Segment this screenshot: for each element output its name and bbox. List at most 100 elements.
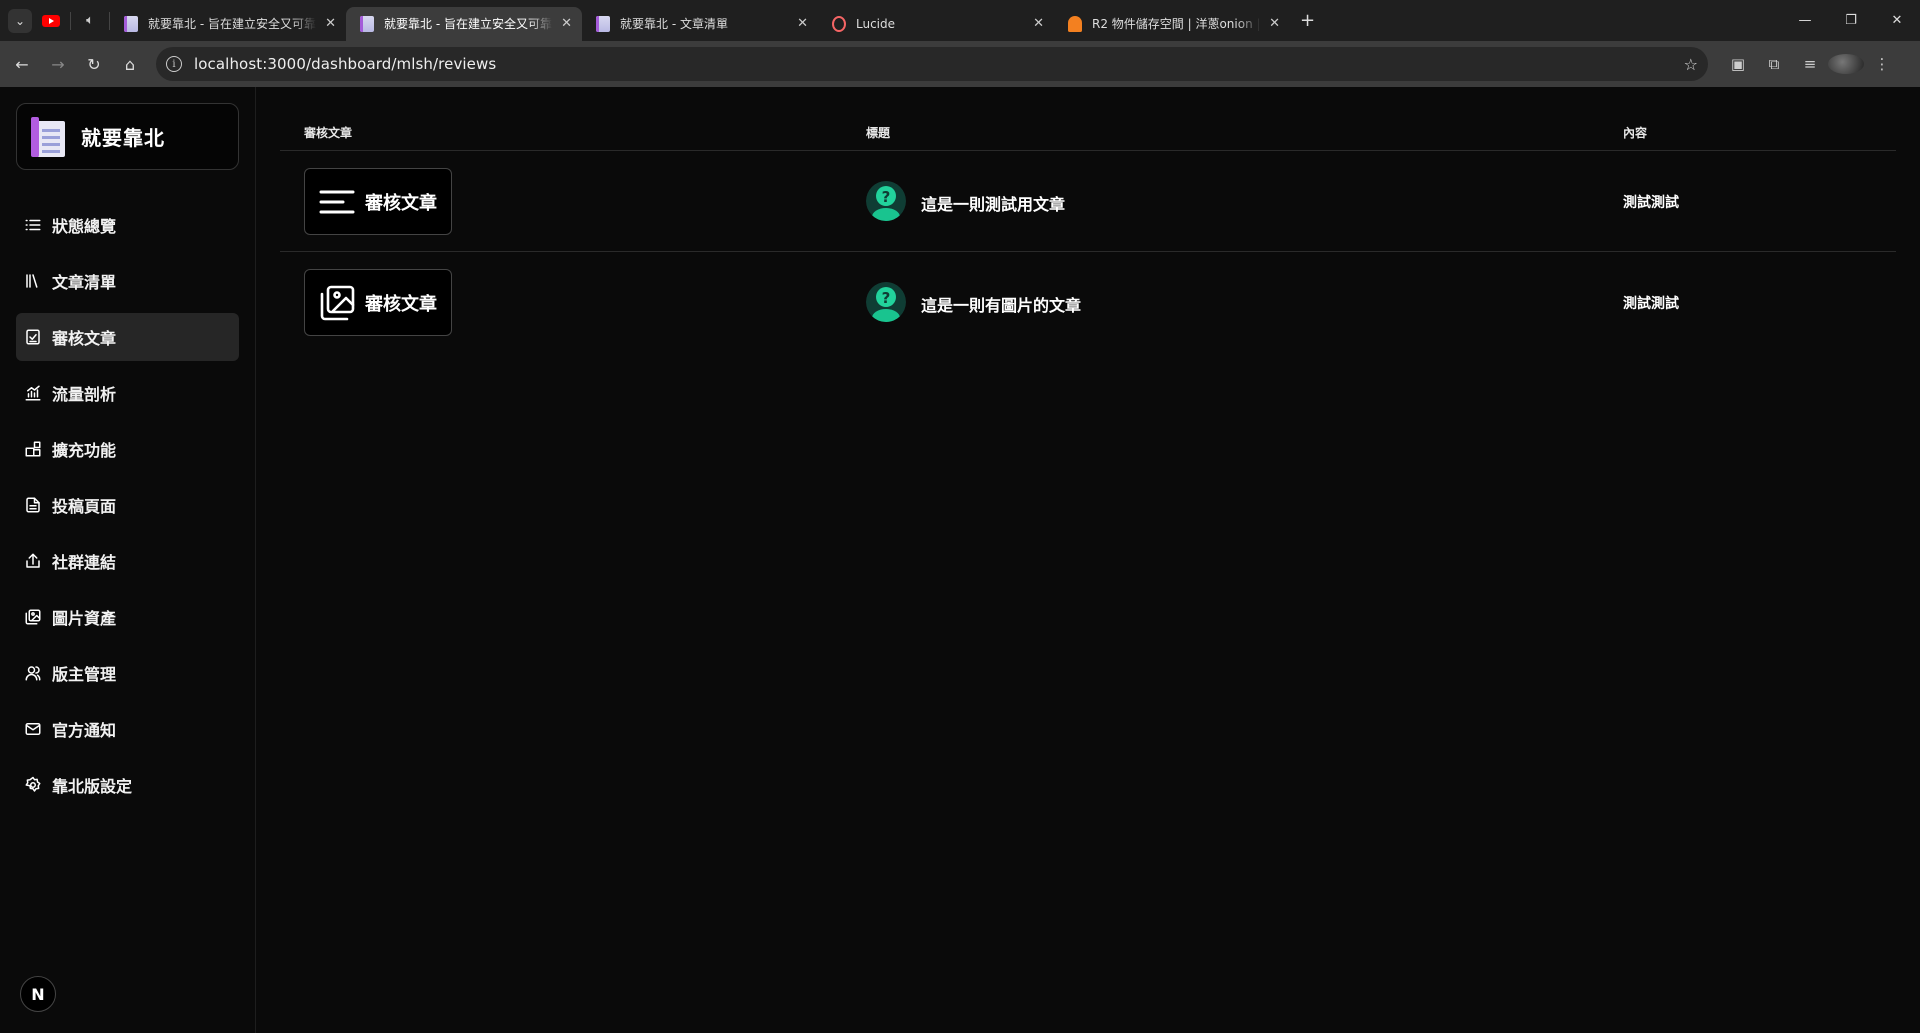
post-title: 這是一則有圖片的文章 — [921, 296, 1082, 315]
notebook-logo-icon — [31, 116, 65, 157]
mail-icon — [25, 723, 41, 735]
sidebar-item-label: 流量剖析 — [52, 385, 117, 404]
table-row: 審核文章 ? 這是一則測試用文章 測試測試 — [280, 151, 1896, 252]
sidebar-item-analytics[interactable]: 流量剖析 — [16, 369, 239, 417]
browser-tab-strip: ⌄ 🔈︎ 就要靠北 - 旨在建立安全又可靠的 ✕ 就要靠北 - 旨在建立安全又可… — [0, 0, 1920, 41]
svg-text:?: ? — [882, 289, 891, 307]
author-avatar: ? — [866, 181, 906, 221]
tab-search-button[interactable]: ⌄ — [8, 8, 32, 33]
url-text[interactable]: localhost:3000/dashboard/mlsh/reviews — [194, 55, 1684, 73]
sidebar-item-moderators[interactable]: 版主管理 — [16, 649, 239, 697]
browser-tab[interactable]: R2 物件儲存空間 | 洋蔥onion | ✕ — [1054, 7, 1290, 41]
brand-card[interactable]: 就要靠北 — [16, 103, 239, 170]
text-lines-icon — [319, 190, 355, 213]
sidebar-item-label: 社群連結 — [52, 553, 117, 572]
doc-icon — [124, 15, 138, 32]
reviews-table: 審核文章 標題 內容 審核文章 ? 這是一則測試用文章 測試測試 審核文章 ? … — [280, 87, 1896, 353]
question-user-icon: ? — [866, 181, 906, 221]
nextjs-dev-badge[interactable]: N — [20, 976, 56, 1012]
extensions-area: ▣ ⧉ ≡ ⋮ — [1720, 54, 1900, 74]
close-icon[interactable]: ✕ — [797, 16, 808, 31]
settings-icon — [25, 776, 41, 792]
media-queue-icon[interactable]: ≡ — [1792, 55, 1828, 73]
restore-icon[interactable]: ❐ — [1828, 0, 1874, 41]
close-icon[interactable]: ✕ — [561, 16, 572, 31]
minimize-icon[interactable]: — — [1782, 0, 1828, 41]
browser-tab[interactable]: 就要靠北 - 旨在建立安全又可靠的 ✕ — [110, 7, 346, 41]
sidebar-item-overview[interactable]: 狀態總覽 — [16, 201, 239, 249]
review-post-button[interactable]: 審核文章 — [304, 168, 452, 235]
sidebar-item-social[interactable]: 社群連結 — [16, 537, 239, 585]
svg-text:?: ? — [882, 188, 891, 206]
browser-tab[interactable]: 就要靠北 - 文章清單 ✕ — [582, 7, 818, 41]
sidebar-item-extensions[interactable]: 擴充功能 — [16, 425, 239, 473]
library-icon — [26, 274, 38, 288]
forward-icon[interactable]: → — [40, 46, 76, 82]
column-header-title: 標題 — [866, 126, 891, 140]
home-icon[interactable]: ⌂ — [112, 46, 148, 82]
pinned-tab-audio[interactable]: 🔈︎ — [71, 6, 109, 36]
kebab-menu-icon[interactable]: ⋮ — [1864, 55, 1900, 73]
back-icon[interactable]: ← — [4, 46, 40, 82]
browser-toolbar: ← → ↻ ⌂ i localhost:3000/dashboard/mlsh/… — [0, 41, 1920, 87]
extension-icon[interactable]: ▣ — [1720, 55, 1756, 73]
sidebar-item-label: 狀態總覽 — [52, 217, 117, 236]
close-icon[interactable]: ✕ — [1033, 16, 1044, 31]
tab-title: Lucide — [856, 16, 896, 31]
sidebar-item-label: 靠北版設定 — [52, 777, 133, 796]
blocks-icon — [25, 441, 41, 457]
post-title: 這是一則測試用文章 — [921, 195, 1066, 214]
profile-avatar[interactable] — [1828, 54, 1864, 74]
close-window-icon[interactable]: ✕ — [1874, 0, 1920, 41]
question-user-icon: ? — [866, 282, 906, 322]
browser-tab-active[interactable]: 就要靠北 - 旨在建立安全又可靠的 ✕ — [346, 6, 582, 41]
speaker-icon: 🔈︎ — [86, 13, 94, 28]
sidebar-item-settings[interactable]: 靠北版設定 — [16, 761, 239, 809]
doc-icon — [596, 15, 610, 32]
review-button-label: 審核文章 — [365, 192, 437, 214]
dashboard-app: 就要靠北 狀態總覽 文章清單 審核文章 流量剖析 擴充功能 投稿頁面 社群連結 … — [0, 87, 1920, 1033]
clipboard-check-icon — [26, 329, 40, 345]
avatar — [1828, 54, 1864, 74]
lucide-icon — [832, 15, 846, 32]
address-bar[interactable]: i localhost:3000/dashboard/mlsh/reviews … — [156, 47, 1708, 81]
cloudflare-icon — [1068, 15, 1082, 32]
table-row: 審核文章 ? 這是一則有圖片的文章 測試測試 — [280, 252, 1896, 353]
chart-icon — [25, 385, 41, 401]
column-header-content: 內容 — [1623, 126, 1648, 140]
sidebar-menu: 狀態總覽 文章清單 審核文章 流量剖析 擴充功能 投稿頁面 社群連結 圖片資產 … — [16, 201, 239, 817]
tab-title: 就要靠北 - 旨在建立安全又可靠的 — [148, 17, 318, 31]
sidebar: 就要靠北 狀態總覽 文章清單 審核文章 流量剖析 擴充功能 投稿頁面 社群連結 … — [0, 87, 256, 1033]
tab-title: 就要靠北 - 旨在建立安全又可靠的 — [384, 17, 554, 31]
puzzle-icon[interactable]: ⧉ — [1756, 55, 1792, 73]
sidebar-item-posts[interactable]: 文章清單 — [16, 257, 239, 305]
share-icon — [26, 553, 40, 568]
review-post-button[interactable]: 審核文章 — [304, 269, 452, 336]
sidebar-item-notifications[interactable]: 官方通知 — [16, 705, 239, 753]
sidebar-item-label: 官方通知 — [52, 721, 117, 740]
tab-title: 就要靠北 - 文章清單 — [620, 17, 728, 31]
info-icon[interactable]: i — [166, 56, 182, 72]
table-header: 審核文章 標題 內容 — [280, 87, 1896, 151]
chevron-down-icon: ⌄ — [14, 13, 26, 28]
close-icon[interactable]: ✕ — [325, 16, 336, 31]
browser-tab[interactable]: Lucide ✕ — [818, 7, 1054, 41]
sidebar-item-label: 文章清單 — [52, 273, 117, 292]
reload-icon[interactable]: ↻ — [76, 46, 112, 82]
pinned-tab-youtube[interactable] — [32, 6, 70, 36]
sidebar-item-label: 審核文章 — [52, 329, 117, 348]
sidebar-item-images[interactable]: 圖片資產 — [16, 593, 239, 641]
window-controls: — ❐ ✕ — [1782, 0, 1920, 41]
new-tab-button[interactable]: + — [1300, 10, 1315, 31]
sidebar-item-submit-page[interactable]: 投稿頁面 — [16, 481, 239, 529]
bookmark-star-icon[interactable]: ☆ — [1684, 55, 1698, 74]
post-content: 測試測試 — [1623, 296, 1679, 312]
sidebar-item-label: 投稿頁面 — [52, 497, 117, 516]
sidebar-item-reviews[interactable]: 審核文章 — [16, 313, 239, 361]
list-icon — [25, 219, 41, 231]
brand-name: 就要靠北 — [81, 126, 165, 150]
images-icon — [25, 609, 41, 625]
sidebar-item-label: 版主管理 — [52, 665, 117, 684]
close-icon[interactable]: ✕ — [1269, 16, 1280, 31]
column-header-review: 審核文章 — [304, 126, 353, 140]
